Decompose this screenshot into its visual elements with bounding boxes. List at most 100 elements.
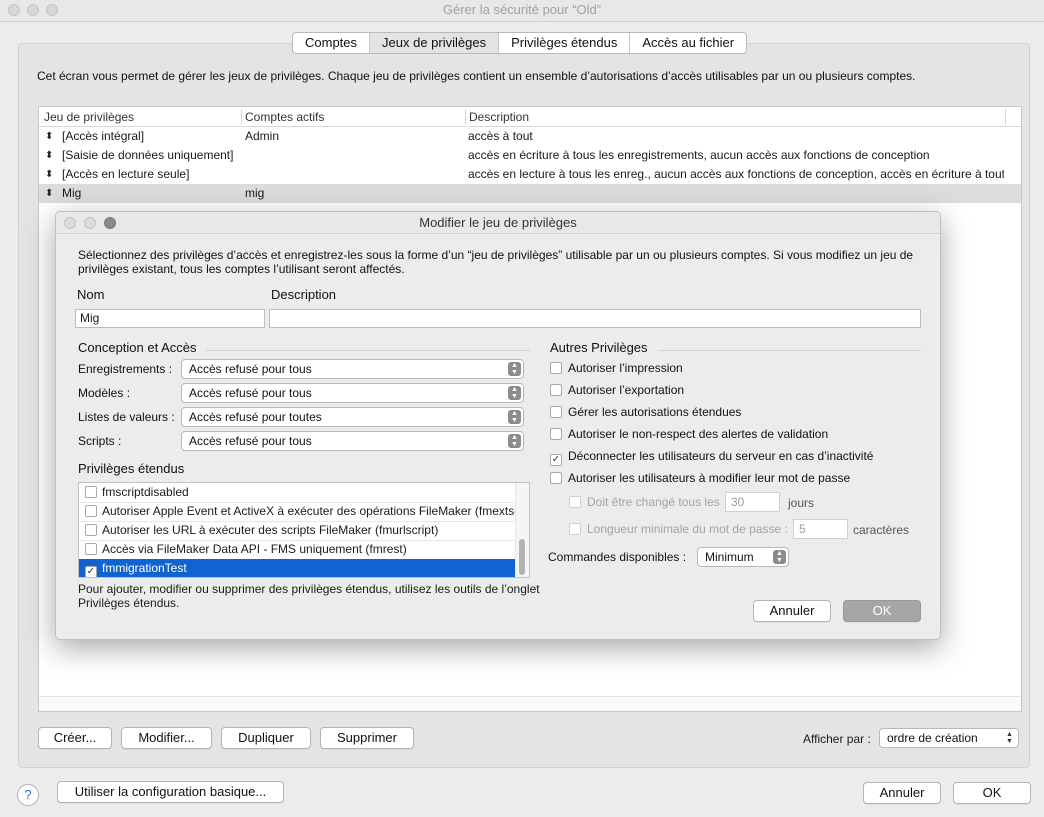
dialog-description: Sélectionnez des privilèges d’accès et e… xyxy=(78,248,914,276)
modify-button[interactable]: Modifier... xyxy=(121,727,212,749)
value-lists-value: Accès refusé pour toutes xyxy=(189,410,322,424)
tab-acces-au-fichier[interactable]: Accès au fichier xyxy=(630,33,746,53)
main-cancel-button[interactable]: Annuler xyxy=(863,782,941,804)
description-label: Description xyxy=(271,287,337,302)
extended-privileges-note: Pour ajouter, modifier ou supprimer des … xyxy=(78,582,540,610)
other-privileges-heading: Autres Privilèges xyxy=(550,340,648,355)
tab-comptes[interactable]: Comptes xyxy=(293,33,371,53)
tab-privileges-etendus[interactable]: Privilèges étendus xyxy=(499,33,631,53)
column-header-accounts[interactable]: Comptes actifs xyxy=(245,110,324,124)
available-commands-popup[interactable]: Minimum ▲ ▼ xyxy=(697,547,789,567)
list-item[interactable]: Accès via FileMaker Data API - FMS uniqu… xyxy=(79,540,516,559)
row-description: accès en écriture à tous les enregistrem… xyxy=(468,148,930,162)
available-commands-value: Minimum xyxy=(705,550,754,564)
row-accounts: mig xyxy=(245,186,265,200)
row-description: accès à tout xyxy=(468,129,533,143)
row-description: accès en lecture à tous les enreg., aucu… xyxy=(468,167,1004,181)
checkbox-checked[interactable]: ✓ xyxy=(85,566,97,577)
delete-button[interactable]: Supprimer xyxy=(320,727,414,749)
disconnect-idle-checkbox-row[interactable]: ✓ Déconnecter les utilisateurs du serveur… xyxy=(550,449,873,466)
dialog-cancel-button[interactable]: Annuler xyxy=(753,600,831,622)
dialog-minimize-button[interactable] xyxy=(84,217,96,229)
chevron-updown-icon: ▲ ▼ xyxy=(508,434,521,448)
row-name: [Accès en lecture seule] xyxy=(62,167,190,181)
print-checkbox-row[interactable]: Autoriser l’impression xyxy=(550,361,683,375)
row-name: Mig xyxy=(62,186,82,200)
list-scrollbar[interactable] xyxy=(515,483,529,577)
checkbox[interactable] xyxy=(85,505,97,517)
row-name: [Saisie de données uniquement] xyxy=(62,148,234,162)
checkbox-label: Gérer les autorisations étendues xyxy=(568,405,742,419)
dialog-ok-button[interactable]: OK xyxy=(843,600,921,622)
basic-config-button[interactable]: Utiliser la configuration basique... xyxy=(57,781,284,803)
column-header-name[interactable]: Jeu de privilèges xyxy=(44,110,134,124)
checkbox-label: Autoriser le non-respect des alertes de … xyxy=(568,427,829,441)
scroll-thumb[interactable] xyxy=(519,539,525,575)
table-row-selected[interactable]: ⬍ Mig mig xyxy=(39,184,1021,203)
create-button[interactable]: Créer... xyxy=(38,727,112,749)
table-row[interactable]: ⬍ [Accès intégral] Admin accès à tout xyxy=(39,127,1021,146)
checkbox[interactable] xyxy=(550,362,562,374)
tab-jeux-de-privileges[interactable]: Jeux de privilèges xyxy=(370,33,500,53)
extended-privileges-heading: Privilèges étendus xyxy=(78,461,185,476)
dialog-zoom-button[interactable] xyxy=(104,217,116,229)
value-lists-popup[interactable]: Accès refusé pour toutes ▲ ▼ xyxy=(181,407,524,427)
checkbox[interactable] xyxy=(85,543,97,555)
dialog-close-button[interactable] xyxy=(64,217,76,229)
chevron-updown-icon: ▲ ▼ xyxy=(773,550,786,564)
checkbox-checked[interactable]: ✓ xyxy=(550,454,562,466)
scripts-popup[interactable]: Accès refusé pour tous ▲ ▼ xyxy=(181,431,524,451)
design-access-heading: Conception et Accès xyxy=(78,340,197,355)
available-commands-label: Commandes disponibles : xyxy=(548,550,687,564)
checkbox-label: Autoriser l’impression xyxy=(568,361,683,375)
checkbox[interactable] xyxy=(550,406,562,418)
change-password-checkbox-row[interactable]: Autoriser les utilisateurs à modifier le… xyxy=(550,471,850,485)
checkbox[interactable] xyxy=(550,384,562,396)
help-button[interactable]: ? xyxy=(17,784,39,806)
list-item-selected[interactable]: ✓ fmmigrationTest xyxy=(79,559,516,577)
export-checkbox-row[interactable]: Autoriser l’exportation xyxy=(550,383,684,397)
records-popup[interactable]: Accès refusé pour tous ▲ ▼ xyxy=(181,359,524,379)
scripts-value: Accès refusé pour tous xyxy=(189,434,312,448)
override-validation-checkbox-row[interactable]: Autoriser le non-respect des alertes de … xyxy=(550,427,828,441)
records-label: Enregistrements : xyxy=(78,362,173,376)
drag-handle-icon[interactable]: ⬍ xyxy=(45,184,53,203)
column-header-description[interactable]: Description xyxy=(469,110,529,124)
password-length-field: 5 xyxy=(793,519,848,539)
checkbox[interactable] xyxy=(85,486,97,498)
horizontal-scrollbar[interactable] xyxy=(39,696,1021,711)
manage-extended-checkbox-row[interactable]: Gérer les autorisations étendues xyxy=(550,405,741,419)
drag-handle-icon[interactable]: ⬍ xyxy=(45,146,53,165)
password-length-unit: caractères xyxy=(853,523,910,537)
close-window-button[interactable] xyxy=(8,4,20,16)
table-row[interactable]: ⬍ [Saisie de données uniquement] accès e… xyxy=(39,146,1021,165)
table-header: Jeu de privilèges Comptes actifs Descrip… xyxy=(39,107,1021,127)
list-item[interactable]: Autoriser les URL à exécuter des scripts… xyxy=(79,521,516,540)
password-expiry-unit: jours xyxy=(788,496,815,510)
value-lists-label: Listes de valeurs : xyxy=(78,410,175,424)
drag-handle-icon[interactable]: ⬍ xyxy=(45,127,53,146)
password-expiry-row: Doit être changé tous les xyxy=(569,495,720,509)
records-value: Accès refusé pour tous xyxy=(189,362,312,376)
list-item[interactable]: fmscriptdisabled xyxy=(79,483,516,502)
name-field[interactable]: Mig xyxy=(75,309,265,328)
drag-handle-icon[interactable]: ⬍ xyxy=(45,165,53,184)
checkbox-disabled xyxy=(569,523,581,535)
duplicate-button[interactable]: Dupliquer xyxy=(221,727,311,749)
checkbox[interactable] xyxy=(550,472,562,484)
edit-privilege-set-dialog: Modifier le jeu de privilèges Sélectionn… xyxy=(55,211,941,640)
checkbox[interactable] xyxy=(85,524,97,536)
layouts-popup[interactable]: Accès refusé pour tous ▲ ▼ xyxy=(181,383,524,403)
chevron-updown-icon: ▲ ▼ xyxy=(508,410,521,424)
list-item[interactable]: Autoriser Apple Event et ActiveX à exécu… xyxy=(79,502,516,521)
main-ok-button[interactable]: OK xyxy=(953,782,1031,804)
list-item-label: Autoriser les URL à exécuter des scripts… xyxy=(102,523,439,537)
description-field[interactable] xyxy=(269,309,921,328)
window-title: Gérer la sécurité pour “Old” xyxy=(442,2,602,17)
sort-popup[interactable]: ordre de création ▲ ▼ xyxy=(879,728,1019,748)
minimize-window-button[interactable] xyxy=(27,4,39,16)
zoom-window-button[interactable] xyxy=(46,4,58,16)
password-expiry-days-field: 30 xyxy=(725,492,780,512)
table-row[interactable]: ⬍ [Accès en lecture seule] accès en lect… xyxy=(39,165,1021,184)
checkbox[interactable] xyxy=(550,428,562,440)
